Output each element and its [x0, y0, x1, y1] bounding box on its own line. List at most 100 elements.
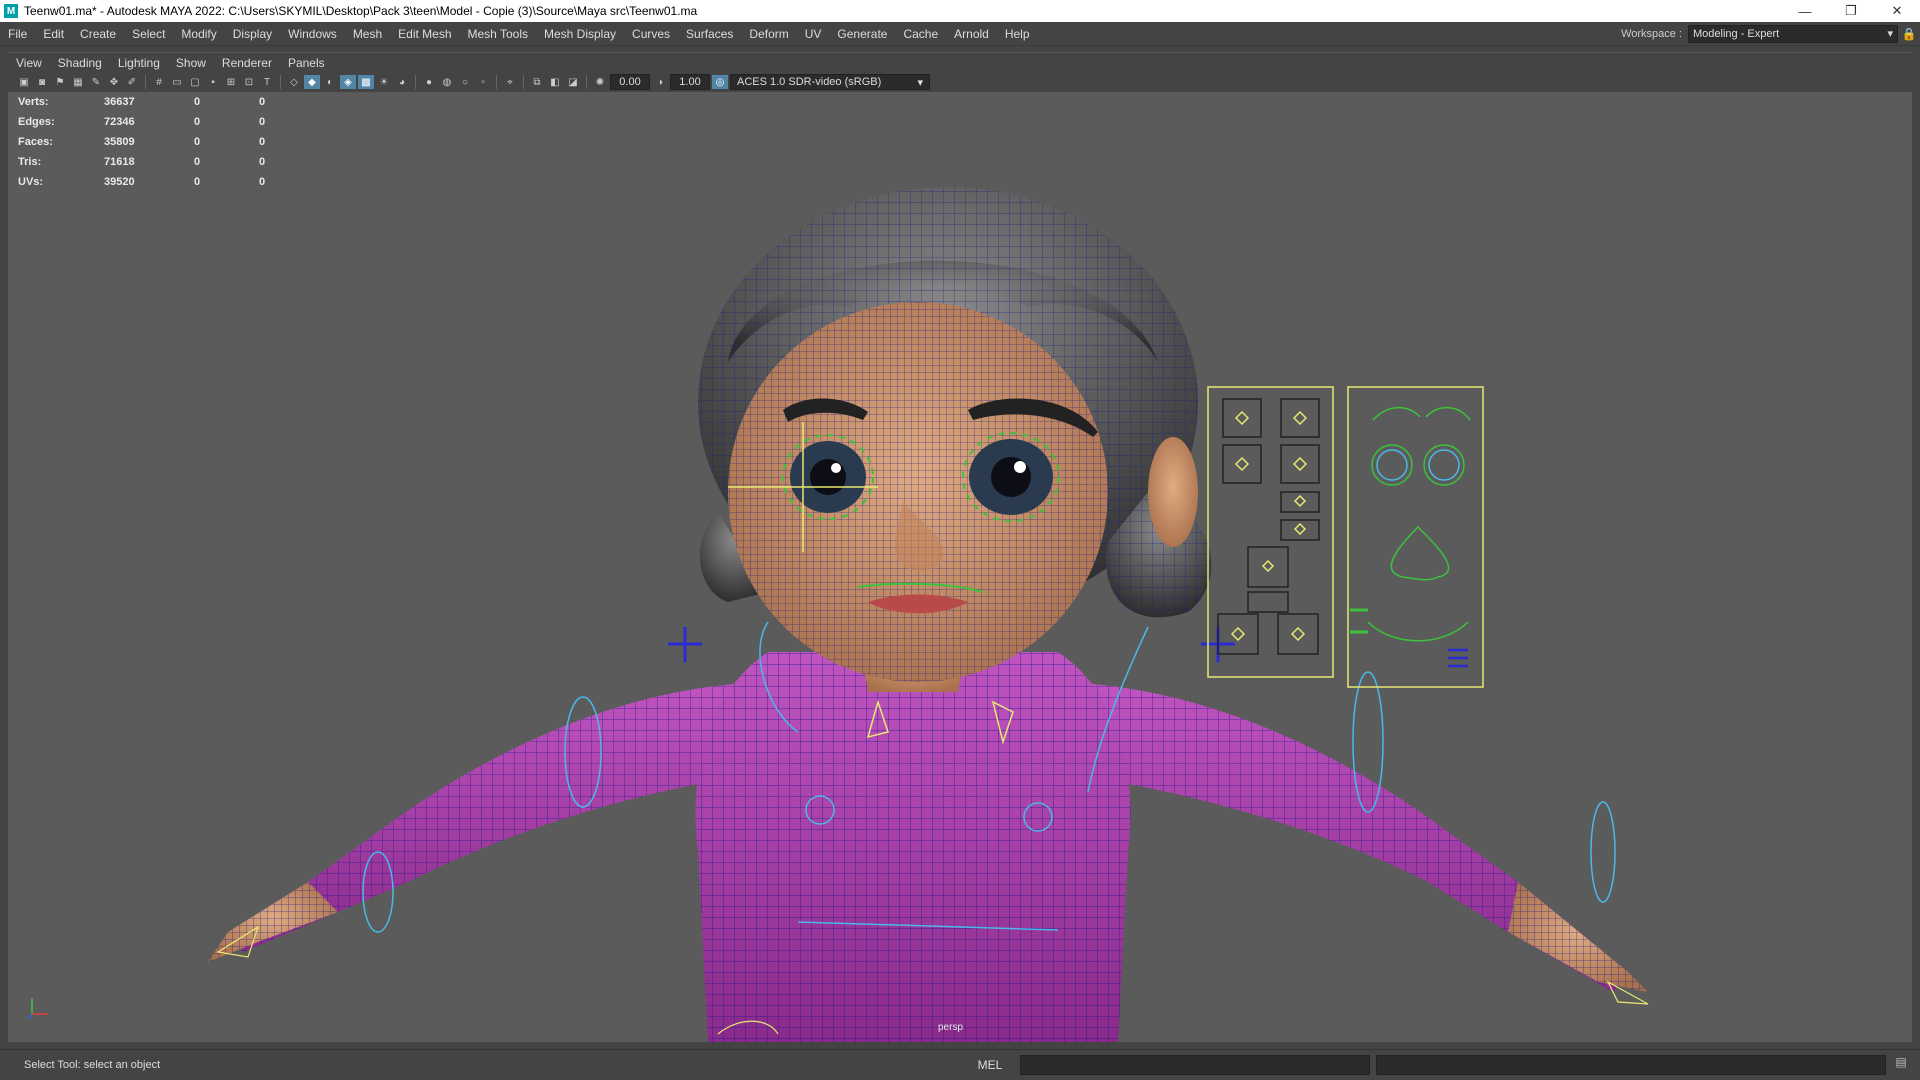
menu-uv[interactable]: UV [797, 27, 830, 41]
2d-pan-zoom-icon[interactable]: ✥ [106, 75, 122, 89]
menu-modify[interactable]: Modify [173, 27, 224, 41]
bookmark-icon[interactable]: ⚑ [52, 75, 68, 89]
textured-icon[interactable]: ▩ [358, 75, 374, 89]
resolution-gate-icon[interactable]: ▢ [187, 75, 203, 89]
exposure-icon[interactable]: ✺ [592, 75, 608, 89]
xray-joints-icon[interactable]: ◪ [565, 75, 581, 89]
isolate-select-icon[interactable]: ⌖ [502, 75, 518, 89]
hud-selected: 0 [194, 96, 201, 108]
face-control-panel-left[interactable] [1207, 386, 1334, 678]
lights-icon[interactable]: ☀ [376, 75, 392, 89]
hud-selected: 0 [194, 156, 201, 168]
menu-display[interactable]: Display [225, 27, 280, 41]
wireframe-on-shaded-icon[interactable]: ◈ [340, 75, 356, 89]
field-chart-icon[interactable]: ⊞ [223, 75, 239, 89]
minimize-button[interactable]: — [1782, 0, 1828, 22]
menu-arnold[interactable]: Arnold [946, 27, 997, 41]
menu-help[interactable]: Help [997, 27, 1038, 41]
hud-label: Verts: [18, 96, 49, 108]
safe-title-icon[interactable]: T [259, 75, 275, 89]
chevron-down-icon: ▾ [1887, 28, 1893, 40]
gamma-icon[interactable]: ◑ [652, 75, 668, 89]
scene-canvas[interactable] [8, 92, 1912, 1042]
hud-label: Faces: [18, 136, 53, 148]
hud-row: Tris: 71618 0 0 [18, 152, 324, 172]
script-editor-icon[interactable]: ▤ [1890, 1055, 1912, 1075]
gate-mask-icon[interactable]: ▪ [205, 75, 221, 89]
title-bar: M Teenw01.ma* - Autodesk MAYA 2022: C:\U… [0, 0, 1920, 22]
maximize-button[interactable]: ❐ [1828, 0, 1874, 22]
hud-component: 0 [259, 156, 266, 168]
motion-blur-icon[interactable]: ◍ [439, 75, 455, 89]
hud-label: UVs: [18, 176, 44, 188]
wireframe-icon[interactable]: ◇ [286, 75, 302, 89]
hud-value: 36637 [104, 96, 135, 108]
hud-selected: 0 [194, 176, 201, 188]
gamma-field[interactable]: 1.00 [670, 74, 710, 90]
film-gate-icon[interactable]: ▭ [169, 75, 185, 89]
command-input[interactable] [1020, 1055, 1370, 1075]
hud-row: Edges: 72346 0 0 [18, 112, 324, 132]
perspective-viewport[interactable]: Verts: 36637 0 0 Edges: 72346 0 0 Faces: 35809 0 0 T… [8, 92, 1912, 1042]
safe-action-icon[interactable]: ⊡ [241, 75, 257, 89]
window-title: Teenw01.ma* - Autodesk MAYA 2022: C:\Use… [24, 4, 698, 18]
character-torso[interactable] [695, 652, 1131, 1042]
paint-icon[interactable]: ✐ [124, 75, 140, 89]
lock-icon[interactable]: 🔒 [1898, 27, 1920, 41]
grease-pencil-icon[interactable]: ✎ [88, 75, 104, 89]
axis-gizmo-icon [27, 998, 48, 1020]
close-button[interactable]: ✕ [1874, 0, 1920, 22]
command-result-field [1376, 1055, 1886, 1075]
grid-icon[interactable]: # [151, 75, 167, 89]
menu-select[interactable]: Select [124, 27, 173, 41]
camera-attributes-icon[interactable]: ◙ [34, 75, 50, 89]
panel-menu-panels[interactable]: Panels [280, 56, 333, 70]
menu-create[interactable]: Create [72, 27, 124, 41]
panel-menu-lighting[interactable]: Lighting [110, 56, 168, 70]
poly-count-hud: Verts: 36637 0 0 Edges: 72346 0 0 Faces: 35809 0 0 T… [18, 92, 324, 192]
panel-menu-renderer[interactable]: Renderer [214, 56, 280, 70]
menu-mesh[interactable]: Mesh [345, 27, 390, 41]
menu-generate[interactable]: Generate [829, 27, 895, 41]
shadows-icon[interactable]: ◕ [394, 75, 410, 89]
xray-icon[interactable]: ⧉ [529, 75, 545, 89]
menu-edit[interactable]: Edit [35, 27, 72, 41]
menu-curves[interactable]: Curves [624, 27, 678, 41]
xray-active-icon[interactable]: ◧ [547, 75, 563, 89]
panel-menu-show[interactable]: Show [168, 56, 214, 70]
menu-windows[interactable]: Windows [280, 27, 345, 41]
hud-selected: 0 [194, 116, 201, 128]
camera-icon[interactable]: ▣ [16, 75, 32, 89]
hud-component: 0 [259, 96, 266, 108]
panel-menu-shading[interactable]: Shading [50, 56, 110, 70]
smooth-shade-icon[interactable]: ◆ [304, 75, 320, 89]
color-management-icon[interactable]: ◎ [712, 75, 728, 89]
hud-component: 0 [259, 176, 266, 188]
panel-menu-view[interactable]: View [8, 56, 50, 70]
workspace-dropdown[interactable]: Modeling - Expert ▾ [1688, 24, 1898, 43]
menu-items: File Edit Create Select Modify Display Windows… [0, 27, 1038, 41]
face-control-panel-right[interactable] [1347, 386, 1484, 688]
hud-label: Edges: [18, 116, 55, 128]
workspace-label: Workspace : [1621, 27, 1682, 40]
menu-cache[interactable]: Cache [895, 27, 946, 41]
default-material-icon[interactable]: ◐ [322, 75, 338, 89]
hud-value: 35809 [104, 136, 135, 148]
menu-mesh-display[interactable]: Mesh Display [536, 27, 624, 41]
maya-app-icon: M [4, 4, 18, 18]
ambient-occlusion-icon[interactable]: ● [421, 75, 437, 89]
panel-menu-bar: View Shading Lighting Show Renderer Panels [8, 52, 1912, 72]
view-transform-dropdown[interactable]: ACES 1.0 SDR-video (sRGB) ▾ [730, 74, 930, 90]
menu-edit-mesh[interactable]: Edit Mesh [390, 27, 459, 41]
menu-mesh-tools[interactable]: Mesh Tools [460, 27, 536, 41]
mel-toggle[interactable]: MEL [960, 1058, 1020, 1072]
hud-row: UVs: 39520 0 0 [18, 172, 324, 192]
exposure-field[interactable]: 0.00 [610, 74, 650, 90]
menu-file[interactable]: File [0, 27, 35, 41]
workspace-value: Modeling - Expert [1693, 27, 1780, 40]
depth-of-field-icon[interactable]: ▫ [475, 75, 491, 89]
menu-surfaces[interactable]: Surfaces [678, 27, 741, 41]
image-plane-icon[interactable]: ▦ [70, 75, 86, 89]
menu-deform[interactable]: Deform [741, 27, 796, 41]
anti-aliasing-icon[interactable]: ○ [457, 75, 473, 89]
